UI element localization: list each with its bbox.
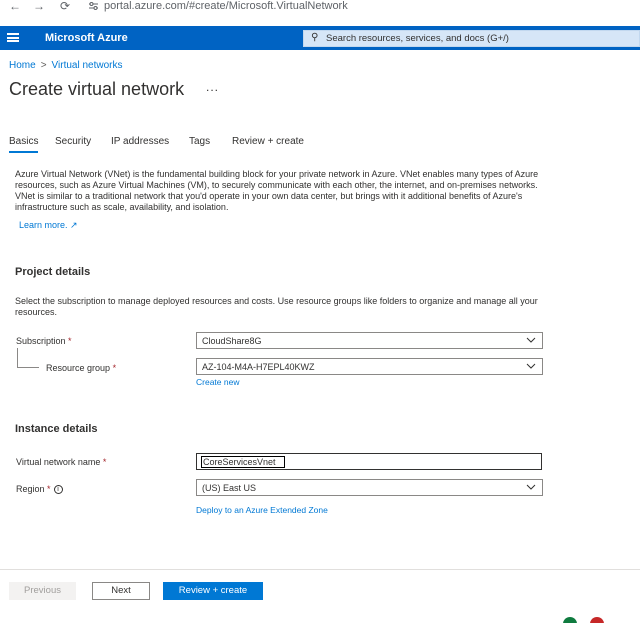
region-label: Region * i — [16, 484, 63, 495]
required-marker: * — [68, 336, 72, 346]
tab-basics[interactable]: Basics — [9, 136, 39, 153]
breadcrumb-virtual-networks[interactable]: Virtual networks — [52, 60, 123, 71]
subscription-label-text: Subscription — [16, 336, 66, 346]
tree-connector — [17, 348, 18, 367]
breadcrumb-separator: > — [40, 60, 47, 71]
required-marker: * — [112, 363, 117, 373]
chevron-down-icon — [526, 361, 536, 373]
vnet-name-label: Virtual network name * — [16, 457, 106, 467]
required-marker: * — [102, 457, 107, 467]
back-arrow-icon[interactable]: ← — [8, 0, 22, 14]
tree-connector — [17, 367, 39, 368]
subscription-value: CloudShare8G — [202, 336, 262, 346]
global-search-input[interactable]: ⚲ Search resources, services, and docs (… — [303, 30, 640, 47]
subscription-dropdown[interactable]: CloudShare8G — [196, 332, 543, 349]
region-value: (US) East US — [202, 483, 257, 493]
resource-group-label: Resource group * — [46, 363, 116, 373]
intro-description: Azure Virtual Network (VNet) is the fund… — [15, 169, 539, 212]
review-create-button[interactable]: Review + create — [163, 582, 263, 600]
extended-zone-link[interactable]: Deploy to an Azure Extended Zone — [196, 505, 328, 515]
learn-more-link[interactable]: Learn more. ↗ — [19, 220, 78, 231]
vnet-name-input[interactable] — [201, 456, 285, 468]
breadcrumb-home[interactable]: Home — [9, 60, 36, 71]
wizard-footer: Previous Next Review + create — [0, 569, 640, 623]
browser-toolbar: ← → ⟳ portal.azure.com/#create/Microsoft… — [0, 0, 640, 22]
vnet-name-label-text: Virtual network name — [16, 457, 101, 467]
page-title: Create virtual network — [9, 79, 185, 99]
resource-group-value: AZ-104-M4A-H7EPL40KWZ — [202, 362, 315, 372]
previous-button[interactable]: Previous — [9, 582, 76, 600]
tab-review-create[interactable]: Review + create — [232, 136, 304, 147]
project-details-description: Select the subscription to manage deploy… — [15, 296, 538, 317]
resource-group-dropdown[interactable]: AZ-104-M4A-H7EPL40KWZ — [196, 358, 543, 375]
instance-details-heading: Instance details — [15, 423, 98, 435]
more-options-button[interactable]: ... — [206, 80, 219, 94]
forward-arrow-icon[interactable]: → — [32, 0, 46, 14]
chevron-down-icon — [526, 335, 536, 347]
tune-icon[interactable] — [88, 1, 99, 14]
address-bar[interactable]: portal.azure.com/#create/Microsoft.Virtu… — [104, 0, 348, 13]
brand-name[interactable]: Microsoft Azure — [45, 31, 128, 45]
tab-security[interactable]: Security — [55, 136, 91, 147]
vnet-name-field[interactable] — [196, 453, 542, 470]
menu-icon[interactable] — [7, 33, 19, 42]
portal-header: Microsoft Azure ⚲ Search resources, serv… — [0, 26, 640, 50]
breadcrumb: Home > Virtual networks — [9, 60, 123, 71]
project-details-heading: Project details — [15, 266, 91, 278]
tab-ip-addresses[interactable]: IP addresses — [111, 136, 169, 147]
required-marker: * — [47, 484, 51, 494]
create-new-resource-group-link[interactable]: Create new — [196, 377, 239, 387]
region-dropdown[interactable]: (US) East US — [196, 479, 543, 496]
tab-tags[interactable]: Tags — [189, 136, 210, 147]
info-icon[interactable]: i — [53, 485, 63, 495]
reload-icon[interactable]: ⟳ — [58, 0, 72, 14]
resource-group-label-text: Resource group — [46, 363, 111, 373]
search-placeholder: Search resources, services, and docs (G+… — [326, 33, 509, 44]
search-icon: ⚲ — [311, 32, 319, 43]
region-label-text: Region — [16, 484, 45, 494]
chevron-down-icon — [526, 482, 536, 494]
next-button[interactable]: Next — [92, 582, 150, 600]
subscription-label: Subscription * — [16, 336, 72, 346]
